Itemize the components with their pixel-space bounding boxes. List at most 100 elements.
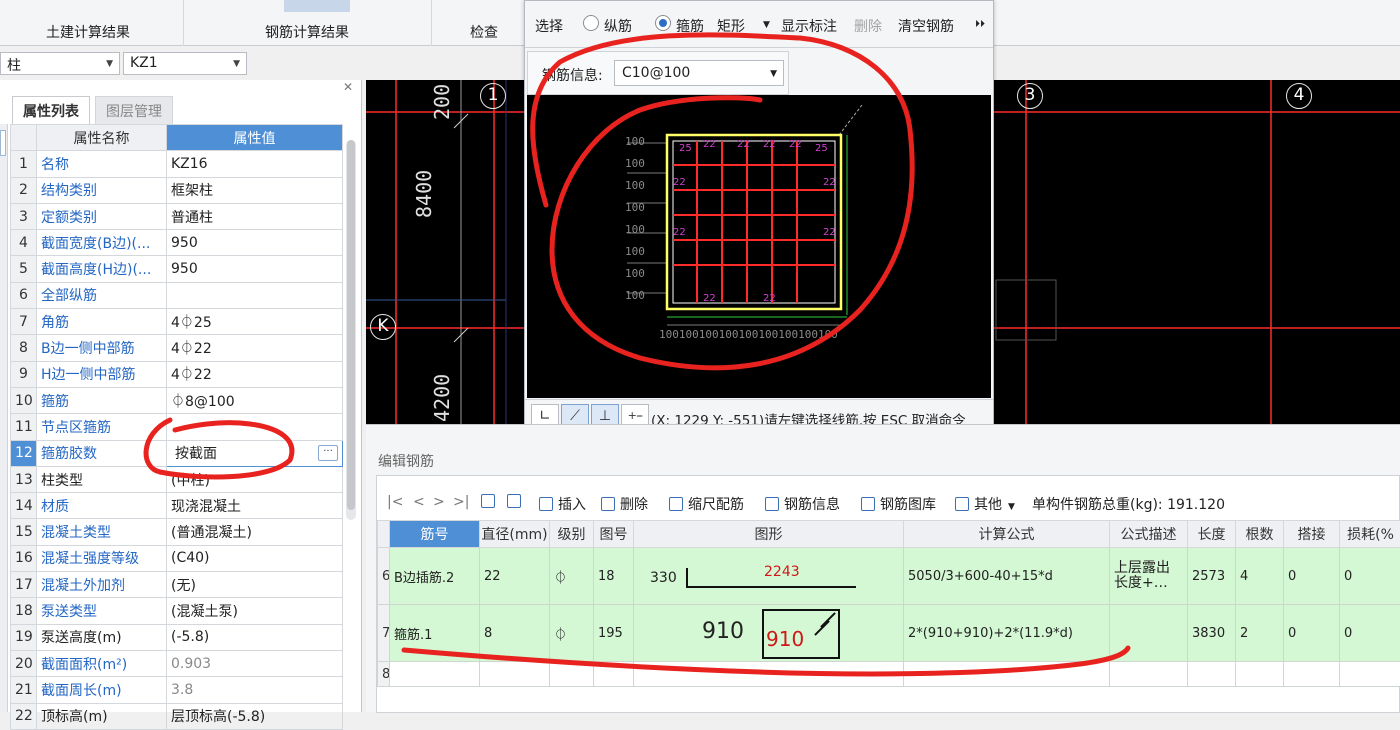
rebar-cell-formula[interactable]: 5050/3+600-40+15*d: [904, 548, 1110, 605]
rebar-cell-count[interactable]: 4: [1236, 548, 1284, 605]
rebar-cell-desc[interactable]: [1110, 605, 1188, 662]
rebar-cell-dia[interactable]: 22: [480, 548, 550, 605]
rebar-column-header[interactable]: 直径(mm): [480, 521, 550, 548]
rebar-shape-cell[interactable]: 910910: [634, 605, 904, 662]
tab-property-list[interactable]: 属性列表: [12, 96, 90, 124]
property-row[interactable]: 9H边一侧中部筋4⏀22: [11, 361, 343, 387]
rebar-info-button[interactable]: 钢筋信息: [765, 494, 840, 514]
rebar-cell-loss[interactable]: [1340, 662, 1400, 687]
rebar-cell-grade[interactable]: [550, 662, 594, 687]
property-value[interactable]: 层顶标高(-5.8): [167, 703, 343, 729]
property-value[interactable]: 按截面···: [167, 440, 343, 466]
rebar-cell-loss[interactable]: 0: [1340, 605, 1400, 662]
rebar-cell-length[interactable]: [1188, 662, 1236, 687]
property-row[interactable]: 10箍筋⏀8@100: [11, 387, 343, 413]
rebar-column-header[interactable]: 根数: [1236, 521, 1284, 548]
rebar-column-header[interactable]: 计算公式: [904, 521, 1110, 548]
rebar-cell-count[interactable]: [1236, 662, 1284, 687]
property-value[interactable]: (-5.8): [167, 624, 343, 650]
section-canvas[interactable]: 100100100 100100100 100100 1001001001001…: [527, 95, 991, 398]
rebar-cell-name[interactable]: B边插筋.2: [390, 548, 480, 605]
property-row[interactable]: 22顶标高(m)层顶标高(-5.8): [11, 703, 343, 729]
rebar-cell-name[interactable]: [390, 662, 480, 687]
rebar-cell-lap[interactable]: 0: [1284, 605, 1340, 662]
show-labels-button[interactable]: 显示标注: [781, 16, 837, 36]
property-row[interactable]: 2结构类别框架柱: [11, 177, 343, 203]
property-value[interactable]: KZ16: [167, 151, 343, 177]
rebar-cell-dia[interactable]: 8: [480, 605, 550, 662]
rebar-cell-length[interactable]: 3830: [1188, 605, 1236, 662]
property-value[interactable]: [167, 282, 343, 308]
longitudinal-radio[interactable]: [583, 15, 599, 31]
rebar-row[interactable]: 7箍筋.18⏀1959109102*(910+910)+2*(11.9*d)38…: [378, 605, 1400, 662]
other-menu-button[interactable]: 其他▼: [955, 494, 1015, 514]
property-value[interactable]: 3.8: [167, 677, 343, 703]
rebar-cell-desc[interactable]: 上层露出长度+…: [1110, 548, 1188, 605]
rebar-cell-dia[interactable]: [480, 662, 550, 687]
property-row[interactable]: 4截面宽度(B边)(...950: [11, 230, 343, 256]
nav-first-button[interactable]: |<: [387, 494, 403, 510]
rebar-column-header[interactable]: 损耗(%: [1340, 521, 1400, 548]
rebar-library-button[interactable]: 钢筋图库: [861, 494, 936, 514]
rebar-row[interactable]: 8: [378, 662, 1400, 687]
property-row[interactable]: 1名称KZ16: [11, 151, 343, 177]
property-row[interactable]: 3定额类别普通柱: [11, 203, 343, 229]
move-up-button[interactable]: [481, 494, 500, 510]
property-value[interactable]: 4⏀25: [167, 309, 343, 335]
property-row[interactable]: 5截面高度(H边)(...950: [11, 256, 343, 282]
property-value[interactable]: 0.903: [167, 650, 343, 676]
property-value[interactable]: 4⏀22: [167, 361, 343, 387]
property-row[interactable]: 11节点区箍筋: [11, 414, 343, 440]
property-value[interactable]: 950: [167, 256, 343, 282]
delete-button[interactable]: 删除: [854, 16, 882, 36]
rebar-cell-lap[interactable]: 0: [1284, 548, 1340, 605]
property-row[interactable]: 7角筋4⏀25: [11, 309, 343, 335]
ribbon-tab-rebar-results[interactable]: 钢筋计算结果: [265, 22, 349, 42]
rebar-column-header[interactable]: 搭接: [1284, 521, 1340, 548]
rebar-cell-desc[interactable]: [1110, 662, 1188, 687]
rebar-cell-fig[interactable]: 195: [594, 605, 634, 662]
clear-rebar-button[interactable]: 清空钢筋: [898, 16, 954, 36]
longitudinal-label[interactable]: 纵筋: [604, 16, 632, 36]
component-select[interactable]: KZ1 ▼: [123, 52, 247, 75]
property-row[interactable]: 17混凝土外加剂(无): [11, 572, 343, 598]
chevron-down-icon[interactable]: ▼: [763, 20, 770, 30]
property-row[interactable]: 21截面周长(m)3.8: [11, 677, 343, 703]
rebar-cell-grade[interactable]: ⏀: [550, 548, 594, 605]
property-row[interactable]: 19泵送高度(m)(-5.8): [11, 624, 343, 650]
rebar-cell-length[interactable]: 2573: [1188, 548, 1236, 605]
more-options-button[interactable]: ···: [318, 445, 338, 461]
close-icon[interactable]: ✕: [343, 80, 353, 94]
rebar-cell-loss[interactable]: 0: [1340, 548, 1400, 605]
property-value[interactable]: 框架柱: [167, 177, 343, 203]
rebar-column-header[interactable]: 级别: [550, 521, 594, 548]
rebar-cell-formula[interactable]: 2*(910+910)+2*(11.9*d): [904, 605, 1110, 662]
tab-layer-management[interactable]: 图层管理: [95, 96, 173, 124]
rebar-cell-fig[interactable]: [594, 662, 634, 687]
property-row[interactable]: 20截面面积(m²)0.903: [11, 650, 343, 676]
property-row[interactable]: 8B边一侧中部筋4⏀22: [11, 335, 343, 361]
property-row[interactable]: 18泵送类型(混凝土泵): [11, 598, 343, 624]
nav-next-button[interactable]: >: [433, 494, 445, 510]
rebar-cell-fig[interactable]: 18: [594, 548, 634, 605]
rebar-cell-formula[interactable]: [904, 662, 1110, 687]
rebar-cell-name[interactable]: 箍筋.1: [390, 605, 480, 662]
property-value[interactable]: (C40): [167, 545, 343, 571]
move-down-button[interactable]: [507, 494, 526, 510]
rebar-column-header[interactable]: 筋号: [390, 521, 480, 548]
delete-row-button[interactable]: 删除: [601, 494, 648, 514]
property-scrollbar[interactable]: [346, 140, 356, 520]
component-type-select[interactable]: 柱 ▼: [0, 52, 120, 75]
rebar-cell-grade[interactable]: ⏀: [550, 605, 594, 662]
rebar-column-header[interactable]: 图形: [634, 521, 904, 548]
property-value[interactable]: (混凝土泵): [167, 598, 343, 624]
property-value[interactable]: (普通混凝土): [167, 519, 343, 545]
scrollbar-thumb[interactable]: [347, 140, 355, 510]
panel-side-handle[interactable]: [0, 130, 6, 156]
property-row[interactable]: 14材质现浇混凝土: [11, 493, 343, 519]
stirrup-radio[interactable]: [655, 15, 671, 31]
select-button[interactable]: 选择: [535, 16, 563, 36]
rebar-column-header[interactable]: 图号: [594, 521, 634, 548]
property-row[interactable]: 15混凝土类型(普通混凝土): [11, 519, 343, 545]
property-value[interactable]: ⏀8@100: [167, 387, 343, 413]
